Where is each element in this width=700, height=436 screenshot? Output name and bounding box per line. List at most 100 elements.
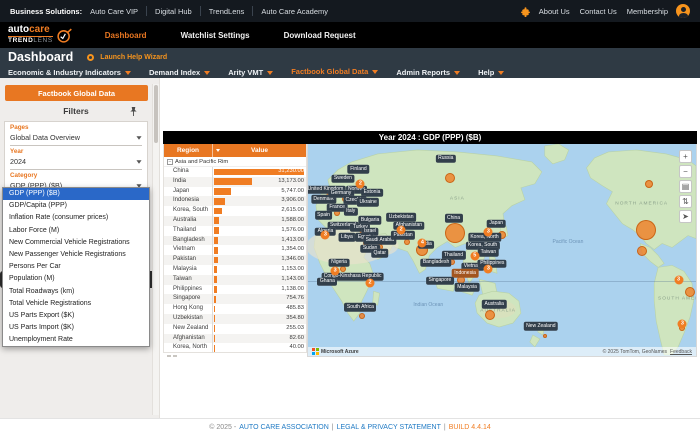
- map-cluster-badge[interactable]: 3: [678, 320, 687, 329]
- utility-link-contact-us[interactable]: Contact Us: [580, 7, 617, 16]
- map-cluster-badge[interactable]: 2: [366, 278, 375, 287]
- sidebar-scrollbar[interactable]: [152, 84, 159, 415]
- table-row[interactable]: Taiwan1,143.00: [164, 275, 306, 285]
- category-option[interactable]: GDP/Capita (PPP): [3, 200, 149, 212]
- map-bubble[interactable]: [445, 173, 455, 183]
- table-row[interactable]: India13,173.00: [164, 177, 306, 187]
- map-bubble[interactable]: [359, 313, 365, 319]
- map-cluster-badge[interactable]: 3: [484, 227, 493, 236]
- autocare-trendlens-logo[interactable]: autocare TRENDLENS: [8, 25, 73, 45]
- map-cluster-badge[interactable]: 2: [397, 225, 406, 234]
- app-menu-item-download-request[interactable]: Download Request: [284, 31, 356, 40]
- table-row[interactable]: Korea, South2,615.00: [164, 206, 306, 216]
- category-option[interactable]: Unemployment Rate: [3, 334, 149, 346]
- user-avatar[interactable]: [676, 4, 690, 18]
- utility-link-trendlens[interactable]: TrendLens: [209, 7, 245, 16]
- footer-link-association[interactable]: AUTO CARE ASSOCIATION: [239, 424, 329, 431]
- table-row[interactable]: Pakistan1,346.00: [164, 255, 306, 265]
- filter-select-pages[interactable]: Global Data Overview: [10, 131, 142, 146]
- table-row[interactable]: Thailand1,576.00: [164, 226, 306, 236]
- table-row[interactable]: Japan5,747.00: [164, 187, 306, 197]
- category-option[interactable]: Persons Per Car: [3, 261, 149, 273]
- map-bubble[interactable]: [637, 246, 647, 256]
- category-option[interactable]: Total Roadways (km): [3, 286, 149, 298]
- category-option[interactable]: US Parts Export ($K): [3, 310, 149, 322]
- map-bubble[interactable]: [543, 334, 547, 338]
- table-row[interactable]: China31,230.00: [164, 167, 306, 177]
- map-cluster-badge[interactable]: 4: [418, 238, 427, 247]
- category-option[interactable]: Inflation Rate (consumer prices): [3, 212, 149, 224]
- utility-link-membership[interactable]: Membership: [627, 7, 668, 16]
- category-option[interactable]: US Parts Import ($K): [3, 322, 149, 334]
- map-cluster-badge[interactable]: 2: [356, 180, 365, 189]
- app-menu-item-watchlist-settings[interactable]: Watchlist Settings: [181, 31, 250, 40]
- table-row[interactable]: Afghanistan82.60: [164, 334, 306, 344]
- map-country-label-japan: Japan: [487, 219, 506, 228]
- row-region-label: India: [164, 177, 213, 187]
- utility-link-about-us[interactable]: About Us: [539, 7, 570, 16]
- value-bar: [214, 286, 217, 293]
- gear-icon[interactable]: [519, 5, 531, 17]
- collapse-icon[interactable]: −: [167, 159, 173, 165]
- map-bubble[interactable]: [485, 310, 495, 320]
- utility-link-digital-hub[interactable]: Digital Hub: [155, 7, 192, 16]
- map-cluster-badge[interactable]: 3: [674, 275, 683, 284]
- factbook-global-data-button[interactable]: Factbook Global Data: [5, 85, 148, 101]
- utility-link-auto-care-vip[interactable]: Auto Care VIP: [90, 7, 138, 16]
- map-bubble[interactable]: [636, 220, 656, 240]
- column-header-region[interactable]: Region: [164, 144, 213, 157]
- filter-select-year[interactable]: 2024: [10, 155, 142, 170]
- chevron-down-icon: [136, 136, 141, 139]
- table-row[interactable]: Korea, North40.00: [164, 343, 306, 353]
- row-region-label: Vietnam: [164, 245, 213, 255]
- table-row[interactable]: Philippines1,138.00: [164, 285, 306, 295]
- group-row-asia-pacific-rim[interactable]: − Asia and Pacific Rim: [164, 157, 306, 167]
- table-row[interactable]: Hong Kong485.83: [164, 304, 306, 314]
- utility-link-auto-care-academy[interactable]: Auto Care Academy: [261, 7, 328, 16]
- map-cluster-badge[interactable]: 5: [470, 252, 479, 261]
- map-compass-button[interactable]: ➤: [679, 210, 692, 223]
- table-row[interactable]: Uzbekistan354.80: [164, 314, 306, 324]
- footer-link-legal[interactable]: LEGAL & PRIVACY STATEMENT: [337, 424, 441, 431]
- map-feedback-link[interactable]: Feedback: [670, 349, 692, 355]
- filter-panel: PagesGlobal Data OverviewYear2024Categor…: [4, 121, 148, 195]
- map-bubble[interactable]: [685, 287, 695, 297]
- map-bubble[interactable]: [340, 266, 346, 272]
- column-header-value[interactable]: Value: [213, 144, 306, 157]
- map-cluster-badge[interactable]: 3: [321, 231, 330, 240]
- map-cluster-badge[interactable]: 3: [331, 267, 340, 276]
- category-option[interactable]: New Commercial Vehicle Registrations: [3, 237, 149, 249]
- category-option[interactable]: Population (M): [3, 273, 149, 285]
- category-option[interactable]: New Passenger Vehicle Registrations: [3, 249, 149, 261]
- category-option[interactable]: Total Vehicle Registrations: [3, 298, 149, 310]
- table-row[interactable]: Australia1,588.00: [164, 216, 306, 226]
- scrollbar-thumb[interactable]: [154, 85, 158, 143]
- table-row[interactable]: Vietnam1,354.00: [164, 245, 306, 255]
- world-map[interactable]: ASIANORTH AMERICAAUSTRALIASOUTH AMERICAP…: [307, 144, 697, 357]
- category-option[interactable]: Labor Force (M): [3, 225, 149, 237]
- page-footer: © 2025 - AUTO CARE ASSOCIATION | LEGAL &…: [0, 418, 700, 436]
- table-row[interactable]: Malaysia1,153.00: [164, 265, 306, 275]
- table-rows: China31,230.00India13,173.00Japan5,747.0…: [164, 167, 306, 353]
- map-zoom-in-button[interactable]: +: [679, 150, 692, 163]
- map-bubble[interactable]: [404, 239, 410, 245]
- map-bubble[interactable]: [445, 223, 465, 243]
- table-row[interactable]: Indonesia3,906.00: [164, 196, 306, 206]
- category-option[interactable]: GDP (PPP) ($B): [3, 188, 149, 200]
- table-scrollbar[interactable]: [164, 355, 306, 359]
- table-row[interactable]: Singapore754.76: [164, 294, 306, 304]
- row-bar-cell: 1,346.00: [213, 255, 306, 265]
- row-region-label: Korea, North: [164, 343, 213, 353]
- app-menu-item-dashboard[interactable]: Dashboard: [105, 31, 147, 40]
- map-pitch-button[interactable]: ⇅: [679, 195, 692, 208]
- row-value-label: 255.03: [286, 324, 304, 334]
- pin-icon[interactable]: [129, 106, 138, 117]
- launch-help-wizard-link[interactable]: Launch Help Wizard: [100, 54, 167, 61]
- table-row[interactable]: New Zealand255.03: [164, 324, 306, 334]
- value-bar: [214, 227, 219, 234]
- map-style-picker-button[interactable]: ▤: [679, 180, 692, 193]
- map-cluster-badge[interactable]: 3: [484, 265, 493, 274]
- map-bubble[interactable]: [645, 180, 653, 188]
- table-row[interactable]: Bangladesh1,413.00: [164, 236, 306, 246]
- map-zoom-out-button[interactable]: −: [679, 165, 692, 178]
